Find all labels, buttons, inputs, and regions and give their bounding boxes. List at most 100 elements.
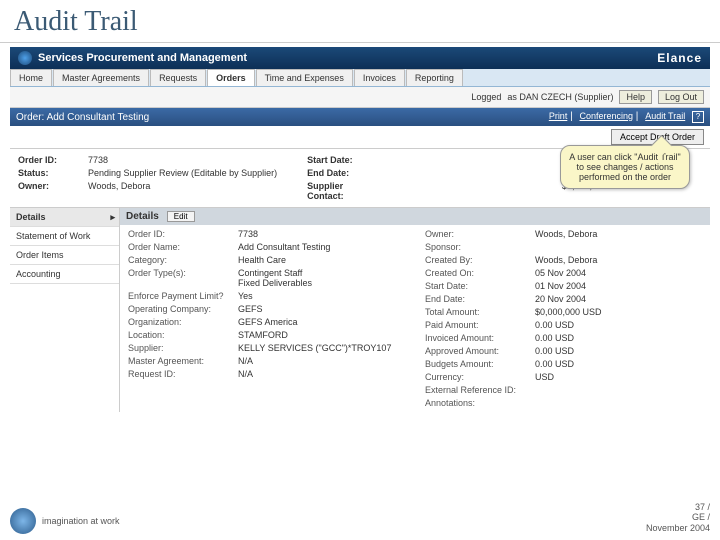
detail-value: GEFS America <box>238 317 298 327</box>
detail-label: Invoiced Amount: <box>425 333 535 343</box>
logout-button[interactable]: Log Out <box>658 90 704 104</box>
detail-value: $0,000,000 USD <box>535 307 602 317</box>
tab-requests[interactable]: Requests <box>150 69 206 86</box>
summary-label: Start Date: <box>307 155 377 165</box>
detail-label: Paid Amount: <box>425 320 535 330</box>
order-header: Order: Add Consultant Testing Print | Co… <box>10 108 710 126</box>
tab-orders[interactable]: Orders <box>207 69 255 86</box>
detail-label: Organization: <box>128 317 238 327</box>
detail-value: 01 Nov 2004 <box>535 281 586 291</box>
detail-label: Created By: <box>425 255 535 265</box>
detail-value: Woods, Debora <box>535 229 597 239</box>
detail-label: Master Agreement: <box>128 356 238 366</box>
logged-label: Logged <box>471 92 501 102</box>
detail-value: STAMFORD <box>238 330 288 340</box>
detail-label: Currency: <box>425 372 535 382</box>
summary-label: Order ID: <box>18 155 88 165</box>
detail-label: End Date: <box>425 294 535 304</box>
detail-value: 05 Nov 2004 <box>535 268 586 278</box>
detail-label: Approved Amount: <box>425 346 535 356</box>
logged-user: as DAN CZECH (Supplier) <box>507 92 613 102</box>
detail-label: Order ID: <box>128 229 238 239</box>
detail-label: Category: <box>128 255 238 265</box>
detail-value: GEFS <box>238 304 263 314</box>
detail-label: Total Amount: <box>425 307 535 317</box>
footer-date: November 2004 <box>646 523 710 534</box>
footer-page: 37 / <box>646 502 710 513</box>
detail-value: Health Care <box>238 255 286 265</box>
brand-logo: Elance <box>657 51 702 65</box>
footer-tagline: imagination at work <box>42 516 120 526</box>
tab-invoices[interactable]: Invoices <box>354 69 405 86</box>
sidenav-accounting[interactable]: Accounting <box>10 265 119 284</box>
details-panel: Details Edit Order ID:7738Order Name:Add… <box>120 208 710 412</box>
app-header: Services Procurement and Management Elan… <box>10 47 710 69</box>
detail-label: Budgets Amount: <box>425 359 535 369</box>
detail-value: Woods, Debora <box>535 255 597 265</box>
detail-label: Location: <box>128 330 238 340</box>
slide-footer: imagination at work 37 / GE / November 2… <box>10 502 710 534</box>
detail-value: N/A <box>238 369 253 379</box>
detail-label: Request ID: <box>128 369 238 379</box>
footer-company: GE / <box>646 512 710 523</box>
sidenav-sow[interactable]: Statement of Work <box>10 227 119 246</box>
conferencing-link[interactable]: Conferencing <box>579 111 633 121</box>
detail-value: 0.00 USD <box>535 320 574 330</box>
detail-label: External Reference ID: <box>425 385 535 395</box>
summary-label: End Date: <box>307 168 377 178</box>
info-icon[interactable]: ? <box>692 111 704 123</box>
detail-label: Enforce Payment Limit? <box>128 291 238 301</box>
tab-time-expenses[interactable]: Time and Expenses <box>256 69 353 86</box>
user-bar: Logged as DAN CZECH (Supplier) Help Log … <box>10 87 710 108</box>
tab-reporting[interactable]: Reporting <box>406 69 463 86</box>
print-link[interactable]: Print <box>549 111 568 121</box>
side-nav: Details Statement of Work Order Items Ac… <box>10 208 120 412</box>
ge-emblem-icon <box>18 51 32 65</box>
sidenav-details[interactable]: Details <box>10 208 119 227</box>
detail-label: Owner: <box>425 229 535 239</box>
detail-value: Contingent Staff Fixed Deliverables <box>238 268 312 288</box>
detail-label: Operating Company: <box>128 304 238 314</box>
app-window: Services Procurement and Management Elan… <box>0 43 720 412</box>
summary-value: 7738 <box>88 155 108 165</box>
help-button[interactable]: Help <box>619 90 652 104</box>
summary-label: Status: <box>18 168 88 178</box>
detail-label: Start Date: <box>425 281 535 291</box>
edit-button[interactable]: Edit <box>167 211 195 222</box>
order-title: Order: Add Consultant Testing <box>16 112 149 123</box>
nav-tabs: Home Master Agreements Requests Orders T… <box>10 69 710 87</box>
detail-label: Order Type(s): <box>128 268 238 288</box>
detail-value: 0.00 USD <box>535 333 574 343</box>
detail-value: 20 Nov 2004 <box>535 294 586 304</box>
detail-value: 0.00 USD <box>535 359 574 369</box>
detail-value: KELLY SERVICES ("GCC")*TROY107 <box>238 343 391 353</box>
tab-home[interactable]: Home <box>10 69 52 86</box>
summary-value: Woods, Debora <box>88 181 150 191</box>
detail-value: USD <box>535 372 554 382</box>
detail-label: Order Name: <box>128 242 238 252</box>
detail-value: N/A <box>238 356 253 366</box>
details-right-col: Owner:Woods, DeboraSponsor:Created By:Wo… <box>425 229 702 408</box>
details-left-col: Order ID:7738Order Name:Add Consultant T… <box>128 229 405 408</box>
details-heading: Details <box>126 211 159 222</box>
order-summary: Order ID:7738 Status:Pending Supplier Re… <box>10 149 710 208</box>
detail-label: Sponsor: <box>425 242 535 252</box>
summary-value: Pending Supplier Review (Editable by Sup… <box>88 168 277 178</box>
detail-value: 0.00 USD <box>535 346 574 356</box>
summary-label: Supplier Contact: <box>307 181 377 201</box>
order-body: Details Statement of Work Order Items Ac… <box>10 208 710 412</box>
detail-value: Yes <box>238 291 253 301</box>
detail-label: Created On: <box>425 268 535 278</box>
detail-value: 7738 <box>238 229 258 239</box>
tab-master-agreements[interactable]: Master Agreements <box>53 69 149 86</box>
slide-title: Audit Trail <box>0 0 720 43</box>
callout-tooltip: A user can click "Audit Trail" to see ch… <box>560 145 690 189</box>
detail-label: Annotations: <box>425 398 535 408</box>
detail-value: Add Consultant Testing <box>238 242 330 252</box>
detail-label: Supplier: <box>128 343 238 353</box>
sidenav-order-items[interactable]: Order Items <box>10 246 119 265</box>
audit-trail-link[interactable]: Audit Trail <box>645 111 685 121</box>
app-title: Services Procurement and Management <box>38 52 247 64</box>
summary-label: Owner: <box>18 181 88 191</box>
ge-logo-icon <box>10 508 36 534</box>
